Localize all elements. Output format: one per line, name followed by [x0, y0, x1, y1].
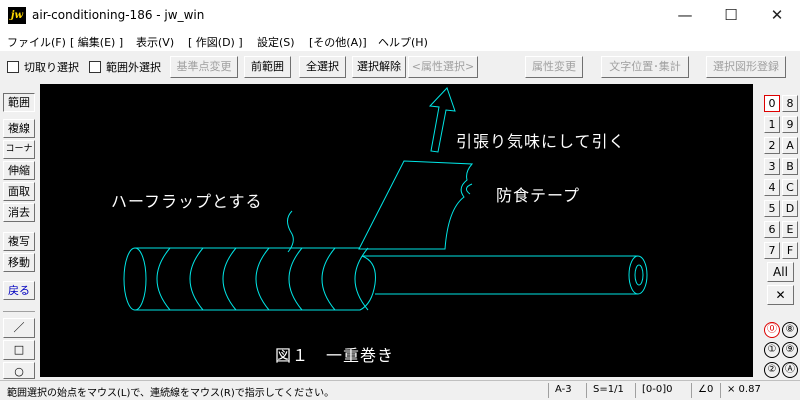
outside-select-label: 範囲外選択 [106, 61, 161, 74]
layer-d-button[interactable]: D [782, 200, 798, 217]
wrap-ring-4 [255, 247, 270, 311]
layer-2-button[interactable]: 2 [764, 137, 780, 154]
menu-bar: ファイル(F) [ 編集(E) ] 表示(V) [ 作図(D) ] 設定(S) … [0, 31, 800, 51]
close-button[interactable]: ✕ [754, 0, 800, 31]
wrap-ring-3 [222, 247, 237, 311]
half-lap-leader [287, 210, 294, 253]
group-9-button[interactable]: ⑨ [782, 342, 798, 358]
layer-e-button[interactable]: E [782, 221, 798, 238]
layer-indicator[interactable]: [0-0]0 [642, 384, 673, 395]
group-a-button[interactable]: Ⓐ [782, 362, 798, 378]
thin-pipe-shape [300, 255, 638, 311]
menu-file[interactable]: ファイル(F) [7, 34, 66, 50]
circle-tool-icon[interactable]: ○ [3, 362, 35, 379]
rectangle-tool-icon[interactable]: □ [3, 340, 35, 360]
minimize-button[interactable]: — [662, 0, 708, 31]
menu-draw[interactable]: [ 作図(D) ] [188, 34, 243, 50]
wrap-ring-6 [321, 247, 336, 311]
menu-settings[interactable]: 設定(S) [257, 34, 295, 50]
cut-select-checkbox[interactable] [7, 61, 19, 73]
layer-5-button[interactable]: 5 [764, 200, 780, 217]
tool-parallel-line[interactable]: 複線 [3, 119, 35, 138]
window-title: air-conditioning-186 - jw_win [32, 8, 205, 22]
cad-drawing [123, 87, 648, 311]
menu-view[interactable]: 表示(V) [136, 34, 174, 50]
zoom-factor-indicator[interactable]: × 0.87 [727, 384, 761, 395]
tool-copy[interactable]: 複写 [3, 232, 35, 251]
layer-c-button[interactable]: C [782, 179, 798, 196]
layer-cross-button[interactable]: ✕ [767, 285, 794, 305]
jw-win-window: jw air-conditioning-186 - jw_win — ☐ ✕ フ… [0, 0, 800, 400]
tool-range[interactable]: 範囲 [3, 93, 35, 112]
select-all-button[interactable]: 全選択 [299, 56, 346, 78]
layer-1-button[interactable]: 1 [764, 116, 780, 133]
app-icon: jw [8, 7, 26, 24]
wrap-ring-2 [189, 247, 204, 311]
base-point-button[interactable]: 基準点変更 [170, 56, 238, 78]
paper-size-indicator[interactable]: A-3 [555, 384, 572, 395]
layer-4-button[interactable]: 4 [764, 179, 780, 196]
angle-indicator[interactable]: ∠0 [698, 384, 713, 395]
register-shape-button[interactable]: 選択図形登録 [706, 56, 786, 78]
tape-strip-shape [358, 160, 474, 250]
thin-pipe-end-inner [634, 264, 644, 286]
tape-label: 防食テープ [496, 186, 581, 205]
status-message: 範囲選択の始点をマウス(L)で、連続線をマウス(R)で指示してください。 [7, 388, 335, 399]
line-tool-icon[interactable]: ／ [3, 318, 35, 338]
cut-select-label: 切取り選択 [24, 61, 79, 74]
layer-a-button[interactable]: A [782, 137, 798, 154]
layer-7-button[interactable]: 7 [764, 242, 780, 259]
drawing-canvas[interactable]: 引張り気味にして引く ハーフラップとする 防食テープ 図１ 一重巻き [40, 84, 753, 377]
wrap-ring-5 [288, 247, 303, 311]
layer-f-button[interactable]: F [782, 242, 798, 259]
status-divider [635, 383, 636, 398]
pipe-body-shape [135, 247, 360, 311]
tool-chamfer[interactable]: 面取 [3, 182, 35, 201]
group-1-button[interactable]: ① [764, 342, 780, 358]
tool-stretch[interactable]: 伸縮 [3, 161, 35, 180]
title-bar[interactable]: jw air-conditioning-186 - jw_win — ☐ ✕ [0, 0, 800, 31]
attribute-change-button[interactable]: 属性変更 [525, 56, 583, 78]
layer-9-button[interactable]: 9 [782, 116, 798, 133]
wrap-ring-1 [156, 247, 171, 311]
pull-arrow-shape [428, 87, 456, 153]
tool-undo[interactable]: 戻る [3, 281, 35, 300]
tool-erase[interactable]: 消去 [3, 203, 35, 222]
wrap-ring-7 [354, 247, 369, 311]
group-2-button[interactable]: ② [764, 362, 780, 378]
status-bar: 範囲選択の始点をマウス(L)で、連続線をマウス(R)で指示してください。 A-3… [0, 380, 800, 400]
layer-all-button[interactable]: All [767, 262, 794, 282]
layer-6-button[interactable]: 6 [764, 221, 780, 238]
menu-help[interactable]: ヘルプ(H) [378, 34, 428, 50]
menu-edit[interactable]: [ 編集(E) ] [70, 34, 123, 50]
clear-selection-button[interactable]: 選択解除 [352, 56, 406, 78]
group-8-button[interactable]: ⑧ [782, 322, 798, 338]
pipe-left-end [123, 247, 147, 311]
thin-pipe-end-outer [628, 255, 648, 295]
prev-range-button[interactable]: 前範囲 [244, 56, 291, 78]
selection-toolbar: 切取り選択 範囲外選択 基準点変更 前範囲 全選択 選択解除 <属性選択> 属性… [0, 53, 800, 81]
layer-3-button[interactable]: 3 [764, 158, 780, 175]
group-0-button[interactable]: ⓪ [764, 322, 780, 338]
layer-8-button[interactable]: 8 [782, 95, 798, 112]
status-divider [720, 383, 721, 398]
status-divider [586, 383, 587, 398]
pull-label: 引張り気味にして引く [456, 132, 626, 151]
tool-corner[interactable]: コーナー [3, 140, 35, 171]
toolbox-divider [3, 311, 35, 312]
tool-move[interactable]: 移動 [3, 253, 35, 272]
figure-caption: 図１ 一重巻き [275, 346, 395, 365]
status-divider [548, 383, 549, 398]
text-position-button[interactable]: 文字位置･集計 [601, 56, 689, 78]
half-lap-label: ハーフラップとする [111, 192, 263, 211]
maximize-button[interactable]: ☐ [708, 0, 754, 31]
attribute-select-button[interactable]: <属性選択> [408, 56, 478, 78]
layer-b-button[interactable]: B [782, 158, 798, 175]
tape-leader [466, 183, 473, 195]
outside-select-checkbox[interactable] [89, 61, 101, 73]
scale-indicator[interactable]: S=1/1 [593, 384, 624, 395]
status-divider [691, 383, 692, 398]
menu-other[interactable]: [その他(A)] [309, 34, 367, 50]
layer-0-button[interactable]: 0 [764, 95, 780, 112]
